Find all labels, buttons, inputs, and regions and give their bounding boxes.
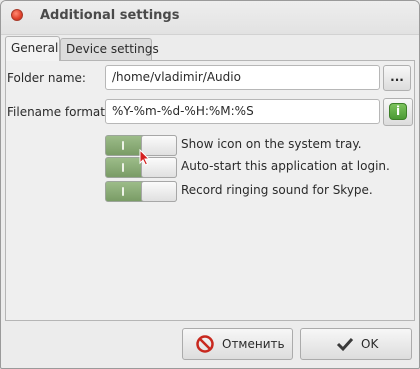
record-ringing-label: Record ringing sound for Skype.	[181, 183, 373, 197]
close-window-button[interactable]	[11, 9, 23, 21]
ok-button-label: OK	[361, 337, 379, 351]
autostart-label: Auto-start this application at login.	[181, 159, 390, 173]
filename-format-label: Filename format:	[7, 105, 110, 119]
folder-name-label: Folder name:	[7, 71, 86, 85]
tab-general-label: General	[11, 41, 59, 55]
mouse-pointer-icon	[139, 149, 151, 166]
info-icon: i	[389, 103, 407, 120]
checkmark-icon	[336, 337, 354, 352]
cancel-button[interactable]: Отменить	[182, 328, 293, 360]
ok-button[interactable]: OK	[300, 328, 412, 360]
folder-name-input[interactable]: /home/vladimir/Audio	[105, 65, 380, 90]
record-ringing-toggle[interactable]	[105, 181, 177, 202]
tab-device-settings[interactable]: Device settings	[60, 38, 159, 60]
filename-info-button[interactable]: i	[383, 98, 413, 126]
tab-general[interactable]: General	[5, 36, 60, 61]
cancel-icon	[196, 335, 214, 353]
browse-folder-label: ...	[390, 70, 404, 84]
show-tray-icon-label: Show icon on the system tray.	[181, 137, 362, 151]
filename-format-input[interactable]: %Y-%m-%d-%H:%M:%S	[105, 99, 380, 124]
settings-dialog: Additional settings General Device setti…	[0, 0, 420, 369]
toggle-knob	[141, 181, 177, 202]
cancel-button-label: Отменить	[222, 337, 285, 351]
browse-folder-button[interactable]: ...	[383, 65, 411, 91]
title-bar: Additional settings	[1, 1, 419, 35]
window-title: Additional settings	[40, 8, 180, 23]
tab-device-settings-label: Device settings	[66, 42, 159, 56]
